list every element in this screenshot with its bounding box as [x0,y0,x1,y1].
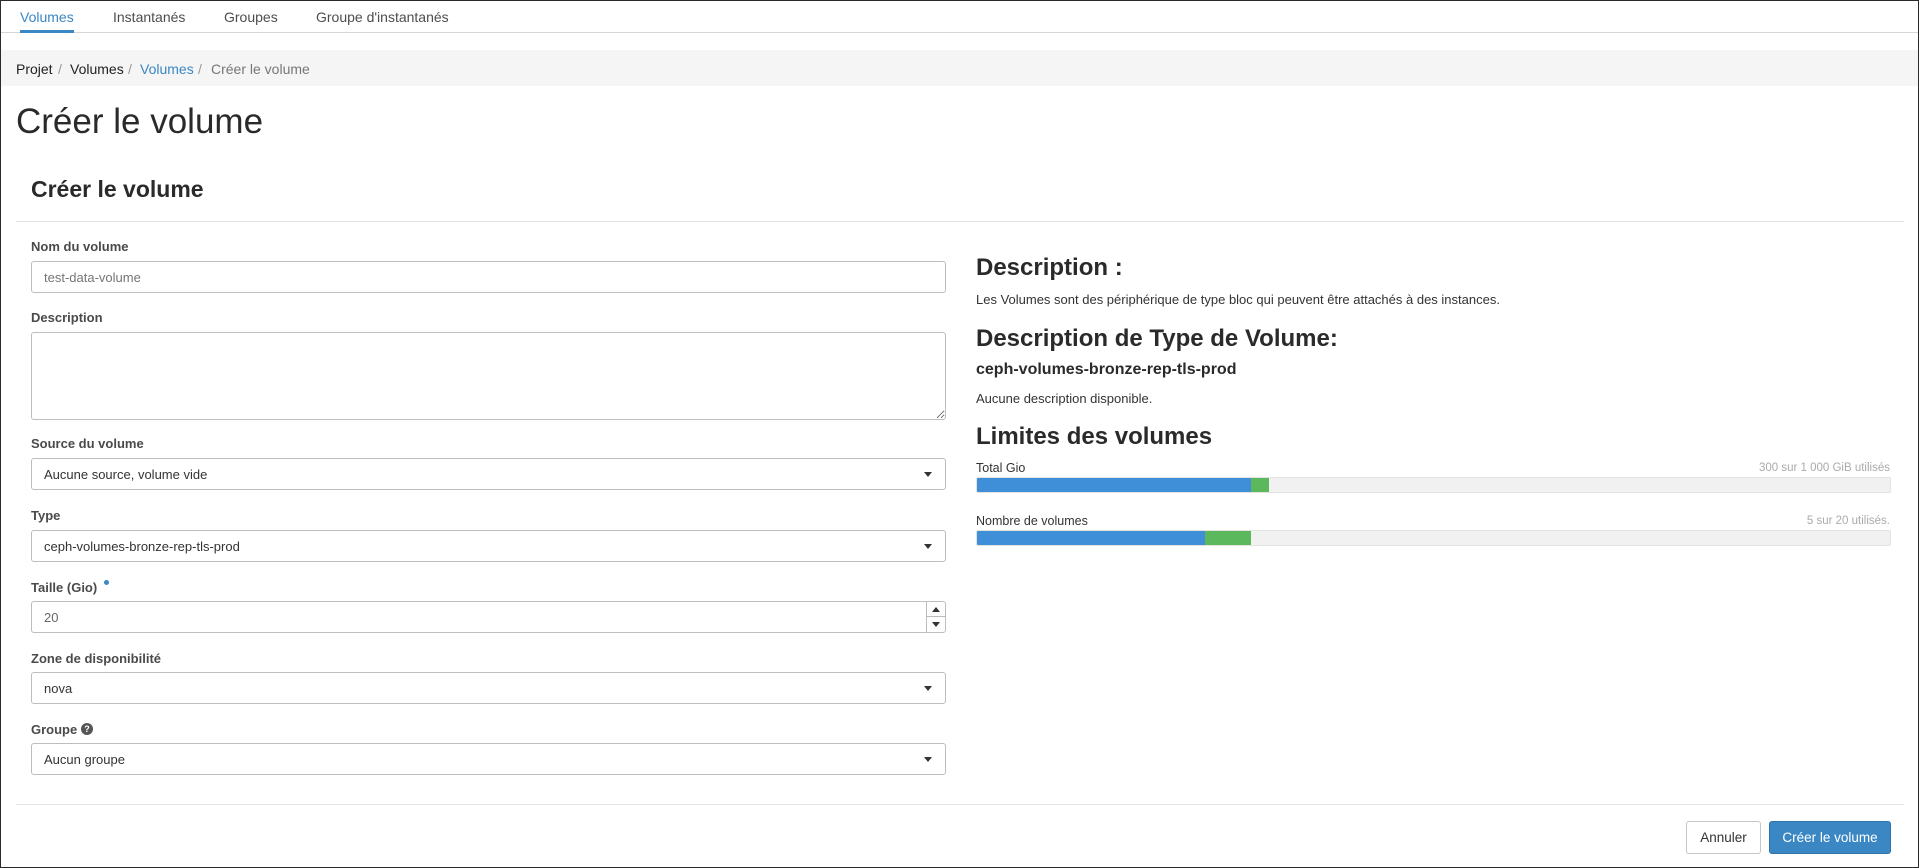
required-indicator [104,580,109,585]
description-text: Les Volumes sont des périphérique de typ… [976,292,1500,307]
tab-group-snapshots[interactable]: Groupe d'instantanés [316,9,449,25]
size-value: 20 [44,610,59,625]
page-title: Créer le volume [16,102,264,141]
app-frame: Volumes Instantanés Groupes Groupe d'ins… [0,0,1919,868]
availability-zone-value: nova [44,681,73,696]
breadcrumb: Projet / Volumes / Volumes / Créer le vo… [1,50,1918,86]
tab-snapshots[interactable]: Instantanés [113,9,185,25]
tab-groups[interactable]: Groupes [224,9,278,25]
volume-type-description: Aucune description disponible. [976,391,1153,406]
description-textarea[interactable] [31,332,946,420]
size-label: Taille (Gio) [31,580,98,595]
breadcrumb-separator: / [198,61,202,77]
breadcrumb-volumes: Volumes [70,61,124,77]
volume-type-select[interactable]: ceph-volumes-bronze-rep-tls-prod [31,530,946,562]
breadcrumb-volumes-link[interactable]: Volumes [140,61,194,77]
volume-limits-heading: Limites des volumes [976,423,1213,450]
modal-divider-bottom [16,804,1904,805]
volume-type-value: ceph-volumes-bronze-rep-tls-prod [44,539,240,554]
quota-bar-used [977,478,1251,492]
volume-source-label: Source du volume [31,436,144,451]
breadcrumb-separator: / [128,61,132,77]
quota-usage-volume-count: 5 sur 20 utilisés. [1806,515,1890,527]
modal-divider-top [16,221,1904,222]
size-stepper[interactable]: 20 [31,601,946,633]
increment-arrow-icon[interactable] [927,602,945,617]
active-tab-indicator [20,30,74,33]
question-circle-icon[interactable]: ? [81,723,93,735]
tab-volumes[interactable]: Volumes [20,9,74,25]
chevron-down-icon [924,544,932,549]
quota-bar-total-gib [976,477,1891,493]
volume-source-select[interactable]: Aucune source, volume vide [31,458,946,490]
breadcrumb-separator: / [58,61,62,77]
quota-bar-volume-count [976,530,1891,546]
group-label: Groupe [31,722,78,737]
create-volume-button[interactable]: Créer le volume [1769,821,1891,854]
quota-bar-used [977,531,1205,545]
quota-label-volume-count: Nombre de volumes [976,514,1088,528]
top-tabs: Volumes Instantanés Groupes Groupe d'ins… [1,1,1918,33]
type-label: Type [31,508,61,523]
quota-bar-new [1251,478,1269,492]
availability-zone-select[interactable]: nova [31,672,946,704]
cancel-button[interactable]: Annuler [1686,821,1761,854]
modal-title: Créer le volume [31,176,204,202]
quota-label-total-gib: Total Gio [976,461,1026,475]
breadcrumb-project: Projet [16,61,53,77]
size-spinner [926,602,945,632]
chevron-down-icon [924,472,932,477]
chevron-down-icon [924,686,932,691]
quota-bar-new [1205,531,1251,545]
quota-usage-total-gib: 300 sur 1 000 GiB utilisés [1758,462,1890,474]
chevron-down-icon [924,757,932,762]
breadcrumb-current: Créer le volume [211,61,310,77]
volume-source-value: Aucune source, volume vide [44,467,208,482]
volume-type-name: ceph-volumes-bronze-rep-tls-prod [976,361,1237,378]
description-label: Description [31,310,103,325]
availability-zone-label: Zone de disponibilité [31,651,161,666]
group-value: Aucun groupe [44,752,125,767]
group-select[interactable]: Aucun groupe [31,743,946,775]
volume-type-description-heading: Description de Type de Volume: [976,325,1338,352]
volume-name-label: Nom du volume [31,239,129,254]
decrement-arrow-icon[interactable] [927,617,945,632]
volume-name-input[interactable] [31,261,946,293]
description-heading: Description : [976,254,1123,281]
